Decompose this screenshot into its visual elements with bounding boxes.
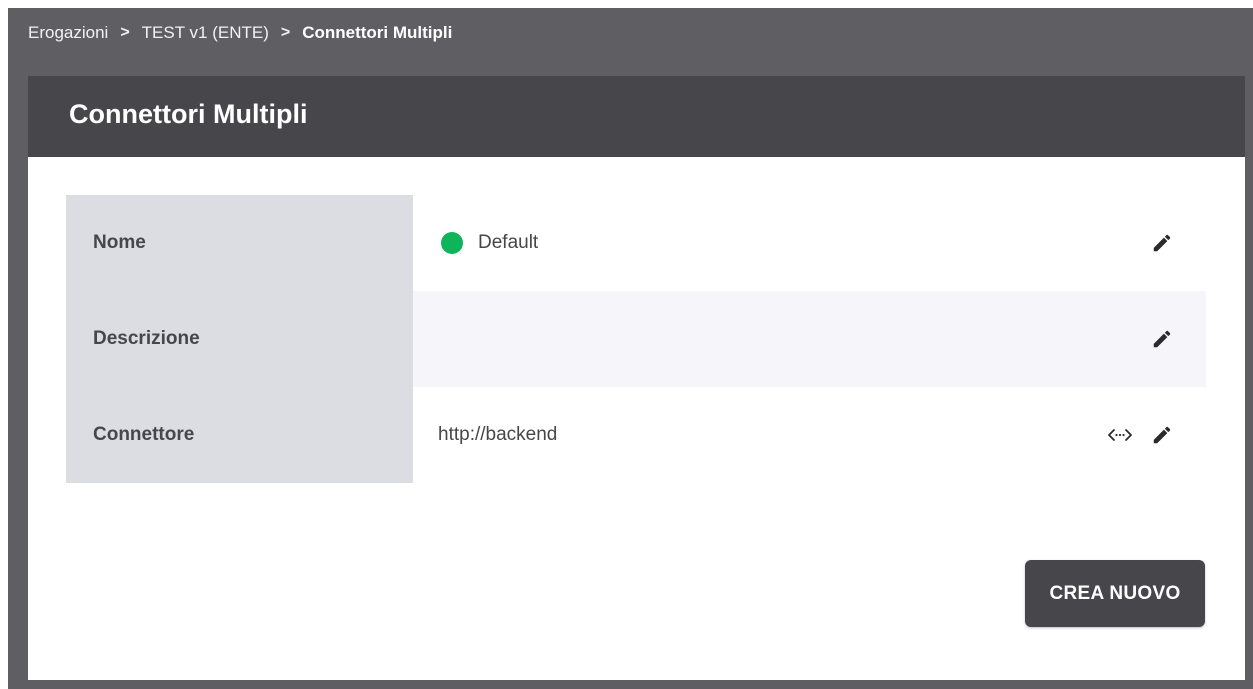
- breadcrumb-item-test-v1[interactable]: TEST v1 (ENTE): [142, 23, 269, 43]
- row-value-cell: http://backend: [413, 387, 1206, 483]
- panel-header: Connettori Multipli: [28, 76, 1245, 157]
- detail-row-connettore: Connettore http://backend: [66, 387, 1206, 483]
- row-label-cell: Nome: [66, 195, 413, 291]
- breadcrumb-separator-icon: >: [280, 24, 291, 41]
- pencil-icon: [1153, 426, 1171, 444]
- connector-details-button[interactable]: [1106, 421, 1134, 449]
- create-new-button[interactable]: CREA NUOVO: [1025, 560, 1205, 627]
- page-frame: Erogazioni > TEST v1 (ENTE) > Connettori…: [8, 8, 1253, 689]
- pencil-icon: [1153, 330, 1171, 348]
- row-value-cell: [413, 291, 1206, 387]
- connector-name: Default: [478, 232, 539, 253]
- breadcrumb-separator-icon: >: [120, 24, 130, 41]
- connector-url: http://backend: [438, 424, 558, 445]
- row-label: Nome: [93, 232, 146, 253]
- row-value-cell: Default: [413, 195, 1206, 291]
- breadcrumb: Erogazioni > TEST v1 (ENTE) > Connettori…: [28, 22, 452, 44]
- breadcrumb-current: Connettori Multipli: [302, 23, 453, 42]
- page-title: Connettori Multipli: [69, 99, 308, 129]
- detail-row-descrizione: Descrizione: [66, 291, 1206, 387]
- code-icon: [1108, 429, 1132, 441]
- row-label-cell: Connettore: [66, 387, 413, 483]
- breadcrumb-item-erogazioni[interactable]: Erogazioni: [28, 23, 108, 43]
- status-indicator: [441, 232, 463, 254]
- edit-connector-button[interactable]: [1148, 421, 1176, 449]
- edit-description-button[interactable]: [1148, 325, 1176, 353]
- connectors-panel: Connettori Multipli Nome Default Descriz…: [28, 76, 1245, 680]
- row-label: Descrizione: [93, 328, 200, 349]
- row-label: Connettore: [93, 424, 195, 445]
- row-label-cell: Descrizione: [66, 291, 413, 387]
- pencil-icon: [1153, 234, 1171, 252]
- edit-name-button[interactable]: [1148, 229, 1176, 257]
- detail-row-nome: Nome Default: [66, 195, 1206, 291]
